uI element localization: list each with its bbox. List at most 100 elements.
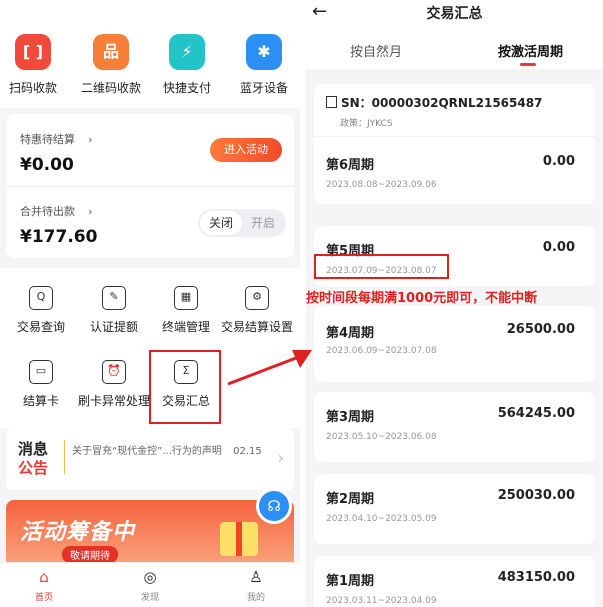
notice-bar[interactable]: 消息 公告 关于冒充“现代金控”...行为的声明 02.15 › (6, 428, 294, 490)
chevron-right-icon: › (277, 448, 284, 467)
notice-text: 关于冒充“现代金控”...行为的声明 02.15 (72, 442, 262, 457)
bottom-tabbar: ⌂ 首页 ◎ 发现 ♙ 我的 (0, 562, 300, 607)
period-name: 第3周期 (326, 410, 375, 425)
pending-amount: ¥0.00 (20, 155, 74, 175)
period-date: 2023.04.10~2023.05.09 (326, 514, 437, 524)
notice-date: 02.15 (233, 446, 262, 457)
divider (6, 186, 294, 187)
merge-payout[interactable]: 合并待出款 › ¥177.60 (20, 200, 97, 247)
tab-label: 首页 (34, 593, 53, 603)
quick-bluetooth[interactable]: ✱ 蓝牙设备 (229, 34, 299, 96)
left-phone-screen: [ ] 扫码收款 品 二维码收款 ⚡ 快捷支付 ✱ 蓝牙设备 特惠待结算 › ¥… (0, 0, 300, 607)
page-title: 交易汇总 (426, 6, 483, 22)
func-card-exception[interactable]: ⏰ 刷卡异常处理 (75, 360, 153, 409)
terminal-icon: ▦ (174, 286, 198, 310)
func-label: 结算卡 (22, 394, 59, 408)
period-card[interactable]: 第3周期 564245.00 2023.05.10~2023.06.08 (314, 392, 595, 462)
pending-settlement[interactable]: 特惠待结算 › ¥0.00 (20, 128, 93, 175)
period-date: 2023.05.10~2023.06.08 (326, 432, 437, 442)
period-date: 2023.06.09~2023.07.08 (326, 346, 437, 356)
qrcode-icon: 品 (93, 34, 129, 70)
func-label: 交易结算设置 (220, 320, 293, 334)
func-label: 交易查询 (16, 320, 65, 334)
func-label: 认证提额 (89, 320, 138, 334)
period-date: 2023.08.08~2023.09.06 (326, 180, 437, 190)
period-name: 第4周期 (326, 326, 375, 341)
join-activity-button[interactable]: 进入活动 (210, 138, 282, 162)
tab-by-activation-cycle[interactable]: 按激活周期 (498, 41, 563, 60)
merge-title: 合并待出款 (20, 205, 75, 218)
activity-banner[interactable]: 活动筹备中 敬请期待 (6, 500, 294, 562)
chevron-right-icon: › (88, 205, 93, 218)
highlight-box (149, 350, 221, 424)
terminal-icon (326, 96, 337, 108)
search-doc-icon: Q (29, 286, 53, 310)
sn-row: SN：00000302QRNL21565487 (326, 94, 542, 111)
func-settlement-card[interactable]: ▭ 结算卡 (2, 360, 80, 409)
func-label: 终端管理 (161, 320, 210, 334)
chevron-right-icon: › (88, 133, 93, 146)
notice-logo-bottom: 公告 (18, 459, 49, 477)
bluetooth-icon: ✱ (246, 34, 282, 70)
banner-subtitle: 敬请期待 (62, 546, 118, 562)
home-icon: ⌂ (39, 568, 49, 586)
period-card[interactable]: 第1周期 483150.00 2023.03.11~2023.04.09 (314, 556, 595, 607)
func-terminal[interactable]: ▦ 终端管理 (147, 286, 225, 335)
func-label: 刷卡异常处理 (77, 394, 150, 408)
period-value: 483150.00 (497, 570, 575, 585)
scan-icon: [ ] (15, 34, 51, 70)
quick-pay[interactable]: ⚡ 快捷支付 (152, 34, 222, 96)
tab-home[interactable]: ⌂ 首页 (14, 568, 74, 603)
period-card[interactable]: 第2周期 250030.00 2023.04.10~2023.05.09 (314, 474, 595, 544)
toggle-off-option[interactable]: 关闭 (200, 211, 242, 235)
notice-logo: 消息 公告 (18, 440, 48, 478)
tab-by-month[interactable]: 按自然月 (350, 41, 402, 60)
period-value: 250030.00 (497, 488, 575, 503)
profile-icon: ♙ (249, 568, 263, 586)
notice-title: 关于冒充“现代金控”...行为的声明 (72, 446, 222, 457)
alarm-icon: ⏰ (102, 360, 126, 384)
divider (314, 136, 595, 137)
sn-number: SN：00000302QRNL21565487 (341, 96, 543, 110)
tab-discover[interactable]: ◎ 发现 (120, 568, 180, 603)
period-value: 0.00 (542, 240, 575, 255)
toggle-on-option[interactable]: 开启 (242, 211, 284, 235)
quick-label: 快捷支付 (162, 81, 211, 95)
pending-title: 特惠待结算 (20, 133, 75, 146)
period-value: 564245.00 (497, 406, 575, 421)
func-transaction-query[interactable]: Q 交易查询 (2, 286, 80, 335)
period-name: 第6周期 (326, 158, 375, 173)
policy-label: 政策：JYKCS (340, 119, 393, 129)
period-value: 0.00 (542, 154, 575, 169)
merge-amount: ¥177.60 (20, 227, 98, 247)
discover-icon: ◎ (143, 568, 157, 586)
verify-icon: ✎ (102, 286, 126, 310)
tab-label: 我的 (246, 593, 265, 603)
quick-label: 扫码收款 (8, 81, 57, 95)
merge-toggle[interactable]: 关闭 开启 (198, 209, 286, 237)
highlight-box (314, 254, 449, 279)
func-verify[interactable]: ✎ 认证提额 (75, 286, 153, 335)
customer-service-icon[interactable]: ☊ (256, 488, 292, 524)
tab-profile[interactable]: ♙ 我的 (226, 568, 286, 603)
active-tab-indicator (520, 63, 536, 66)
period-date: 2023.03.11~2023.04.09 (326, 596, 437, 606)
settings-icon: ⚙ (245, 286, 269, 310)
banner-title: 活动筹备中 (20, 520, 136, 545)
quick-label: 二维码收款 (80, 81, 141, 95)
period-card[interactable]: 第4周期 26500.00 2023.06.09~2023.07.08 (314, 306, 595, 382)
period-tabs: 按自然月 按激活周期 (306, 36, 603, 69)
card-icon: ▭ (29, 360, 53, 384)
bolt-icon: ⚡ (169, 34, 205, 70)
nav-bar: ← 交易汇总 (306, 0, 603, 36)
quick-actions: [ ] 扫码收款 品 二维码收款 ⚡ 快捷支付 ✱ 蓝牙设备 (0, 0, 300, 108)
tab-label: 发现 (140, 593, 159, 603)
func-settlement-settings[interactable]: ⚙ 交易结算设置 (218, 286, 296, 335)
device-card: SN：00000302QRNL21565487 政策：JYKCS 第6周期 0.… (314, 84, 595, 204)
quick-qrcode[interactable]: 品 二维码收款 (76, 34, 146, 96)
quick-scan[interactable]: [ ] 扫码收款 (0, 34, 68, 96)
period-name: 第1周期 (326, 574, 375, 589)
annotation-text: 按时间段每期满1000元即可，不能中断 (306, 291, 538, 306)
notice-logo-top: 消息 (18, 440, 49, 458)
gift-icon (220, 522, 258, 556)
